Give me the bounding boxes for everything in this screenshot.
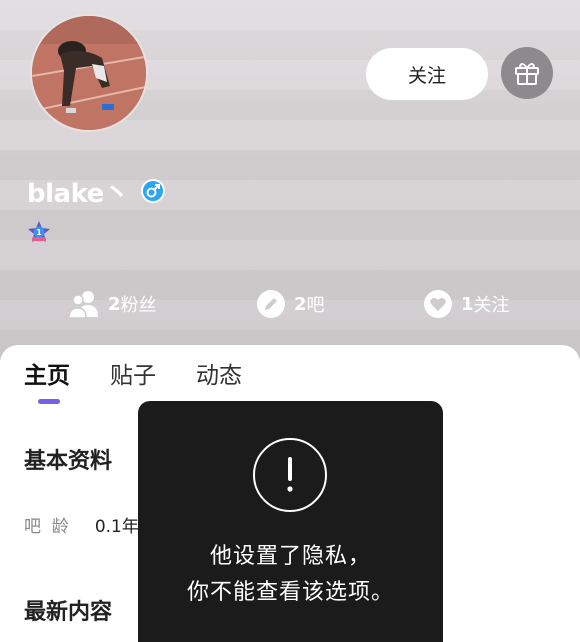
- privacy-toast: 他设置了隐私， 你不能查看该选项。: [138, 401, 443, 642]
- basic-info-title: 基本资料: [24, 449, 113, 474]
- bar-age-label: 吧 龄: [24, 517, 69, 537]
- toast-message: 他设置了隐私， 你不能查看该选项。: [138, 539, 443, 611]
- fans-count: 2: [108, 293, 121, 315]
- bar-age-value: 0.1年: [94, 517, 139, 537]
- bars-label: 吧: [306, 295, 325, 316]
- fans-icon: [68, 291, 98, 319]
- username: blake丶: [27, 178, 130, 209]
- star-level-icon[interactable]: 1: [27, 220, 51, 244]
- following-count: 1: [461, 293, 474, 315]
- follow-button[interactable]: 关注: [366, 48, 488, 100]
- toast-line-2: 你不能查看该选项。: [186, 580, 394, 605]
- avatar-photo: [32, 16, 146, 130]
- svg-text:1: 1: [36, 228, 42, 237]
- gift-icon: [515, 63, 539, 85]
- following-stat[interactable]: 1 关注: [423, 282, 510, 326]
- bar-age-row: 吧 龄 0.1年: [24, 512, 139, 537]
- gift-button[interactable]: [501, 47, 553, 99]
- tab-home[interactable]: 主页: [24, 358, 70, 398]
- latest-content-title: 最新内容: [24, 600, 113, 625]
- heart-icon: [424, 290, 452, 318]
- tab-posts[interactable]: 贴子: [110, 358, 156, 398]
- fans-stat[interactable]: 2 粉丝: [68, 282, 157, 326]
- pencil-icon: [257, 290, 285, 318]
- active-tab-indicator: [38, 399, 60, 404]
- fans-label: 粉丝: [120, 295, 157, 316]
- male-icon: [141, 179, 166, 203]
- profile-tabs: 主页 贴子 动态: [24, 358, 282, 398]
- toast-line-1: 他设置了隐私，: [209, 544, 371, 569]
- stats-bar: 2 粉丝 2 吧 1 关注: [0, 282, 580, 326]
- following-label: 关注: [473, 295, 510, 316]
- exclamation-icon: [253, 438, 327, 512]
- bars-stat[interactable]: 2 吧: [256, 282, 325, 326]
- bars-count: 2: [294, 293, 307, 315]
- username-row: blake丶: [27, 172, 166, 210]
- tab-activity[interactable]: 动态: [196, 358, 242, 398]
- avatar[interactable]: [30, 14, 148, 132]
